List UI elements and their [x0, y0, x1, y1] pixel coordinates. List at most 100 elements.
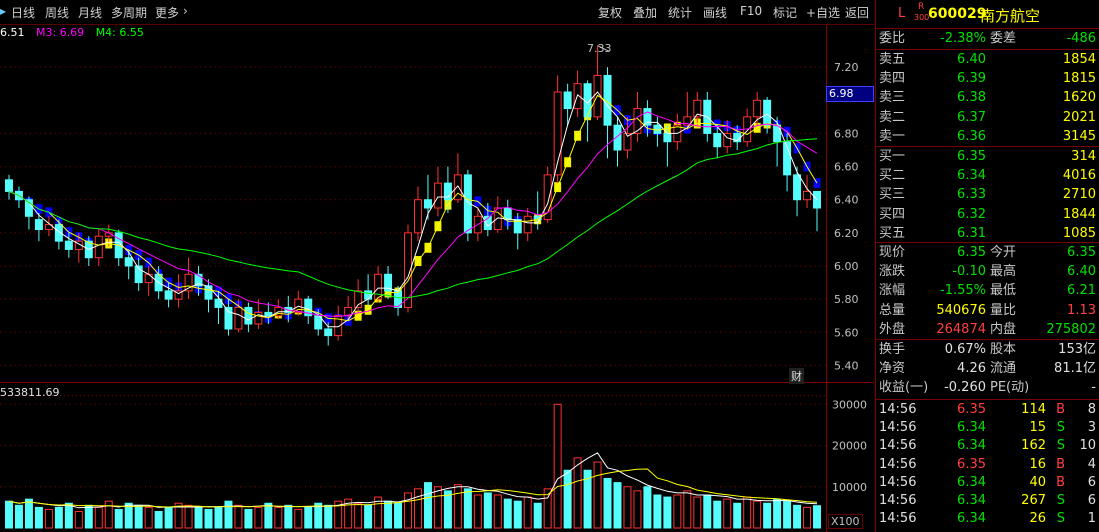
tick-side: S [1056, 420, 1065, 436]
bid-label: 买一 [879, 149, 906, 164]
bid-row[interactable]: 买一 6.35 314 [876, 148, 1099, 166]
price-tick-label: 6.20 [834, 227, 859, 240]
bid-row[interactable]: 买五 6.31 1085 [876, 225, 1099, 243]
tab-monthly[interactable]: 月线 [78, 4, 102, 21]
ask-row[interactable]: 卖三 6.38 1620 [876, 89, 1099, 107]
fund-value-left: 0.67% [944, 342, 986, 357]
candle-body [753, 99, 762, 118]
volume-tick-label: 30000 [832, 398, 867, 411]
tick-price: 6.34 [957, 438, 986, 454]
volume-bar [753, 500, 762, 529]
bid-row[interactable]: 买四 6.32 1844 [876, 206, 1099, 224]
volume-bar [653, 494, 662, 529]
candle-body [523, 215, 532, 234]
f10-button[interactable]: F10 [740, 4, 762, 18]
price-tick-label: 5.40 [834, 359, 859, 372]
tick-side: B [1056, 456, 1065, 472]
volume-bar [234, 504, 243, 529]
back-button[interactable]: 返回 [845, 4, 869, 21]
volume-bar [473, 494, 482, 529]
price-tick-label: 6.40 [834, 194, 859, 207]
volume-bar [443, 490, 452, 529]
volume-bar [603, 478, 612, 529]
ask-row[interactable]: 卖五 6.40 1854 [876, 51, 1099, 69]
tick-count: 1 [1087, 511, 1096, 527]
price-tick-label: 6.80 [834, 127, 859, 140]
price-tick-label: 6.60 [834, 161, 859, 174]
candle-body [423, 199, 432, 209]
volume-bar [64, 502, 73, 529]
tab-daily[interactable]: 日线 [11, 4, 35, 21]
candle-body [4, 179, 13, 192]
volume-bar [773, 498, 782, 529]
kline-chart[interactable]: 7.20 6.80 6.60 6.40 6.20 6.00 5.80 5.60 5.40 3000… [0, 0, 874, 532]
tab-more[interactable]: 更多 [155, 4, 179, 21]
ask-price: 6.36 [957, 128, 986, 144]
candle-body [324, 328, 333, 337]
tick-row[interactable]: 14:56 6.34 267 S 6 [876, 492, 1099, 510]
ask-label: 卖三 [879, 90, 906, 106]
add-favorite-button[interactable]: +自选 [806, 4, 840, 21]
candle-body [803, 190, 812, 201]
volume-bar [523, 496, 532, 529]
fund-value-right: 81.1亿 [1054, 361, 1096, 377]
tick-row[interactable]: 14:56 6.34 26 S 1 [876, 510, 1099, 528]
candle-body [793, 174, 802, 201]
fund-label-right: PE(动) [990, 380, 1030, 396]
tab-menu-icon[interactable]: ▸ [0, 4, 6, 18]
tick-row[interactable]: 14:56 6.35 114 B 8 [876, 401, 1099, 419]
ask-row[interactable]: 卖一 6.36 3145 [876, 128, 1099, 146]
tab-weekly[interactable]: 周线 [45, 4, 69, 21]
bid-row[interactable]: 买二 6.34 4016 [876, 167, 1099, 185]
statistics-button[interactable]: 统计 [668, 4, 692, 21]
ask-row[interactable]: 卖二 6.37 2021 [876, 109, 1099, 127]
candle-body [663, 132, 672, 143]
adjust-button[interactable]: 复权 [598, 4, 622, 21]
fund-value-left: 4.26 [957, 361, 986, 377]
ask-volume: 3145 [1062, 128, 1096, 144]
bid-price: 6.35 [957, 149, 986, 164]
tick-row[interactable]: 14:56 6.34 162 S 10 [876, 437, 1099, 455]
volume-bar [763, 502, 772, 529]
ask-volume: 1620 [1062, 90, 1096, 106]
ask-label: 卖二 [879, 109, 906, 125]
tick-price: 6.34 [957, 474, 986, 490]
ask-row[interactable]: 卖四 6.39 1815 [876, 70, 1099, 88]
overlay-button[interactable]: 叠加 [633, 4, 657, 21]
bid-price: 6.33 [957, 187, 986, 203]
volume-bar [423, 482, 432, 529]
volume-bar [94, 506, 103, 529]
stock-badge-bottom: 300 [914, 13, 930, 22]
volume-bar [693, 496, 702, 529]
tick-row[interactable]: 14:56 6.35 16 B 4 [876, 456, 1099, 474]
quote-label-left: 涨幅 [879, 283, 906, 299]
bid-volume: 1085 [1062, 225, 1096, 241]
finance-badge[interactable]: 财 [789, 368, 804, 384]
candle-body [64, 240, 73, 250]
volume-bar [433, 486, 442, 529]
candle-body [813, 190, 822, 209]
volume-bar [354, 502, 363, 529]
peak-price-label: 7.33 [587, 42, 612, 55]
mark-button[interactable]: 标记 [773, 4, 797, 21]
tick-side: S [1056, 511, 1065, 527]
volume-bar [14, 504, 23, 529]
draw-button[interactable]: 画线 [703, 4, 727, 21]
volume-bar [44, 508, 53, 529]
tick-row[interactable]: 14:56 6.34 40 B 6 [876, 474, 1099, 492]
volume-bar [274, 506, 283, 529]
volume-bar [673, 494, 682, 529]
tick-time: 14:56 [879, 402, 917, 417]
tab-multi-period[interactable]: 多周期 [111, 4, 147, 21]
current-price-tag: 6.98 [826, 86, 874, 102]
bid-row[interactable]: 买三 6.33 2710 [876, 186, 1099, 204]
candle-body [204, 285, 213, 300]
tick-price: 6.34 [957, 420, 986, 436]
tick-row[interactable]: 14:56 6.34 15 S 3 [876, 419, 1099, 437]
ask-volume: 1854 [1062, 52, 1096, 67]
volume-bar [613, 482, 622, 529]
candle-body [264, 311, 273, 317]
more-chevron-icon[interactable]: › [183, 4, 188, 18]
volume-bar [114, 508, 123, 529]
tick-count: 10 [1079, 438, 1096, 454]
